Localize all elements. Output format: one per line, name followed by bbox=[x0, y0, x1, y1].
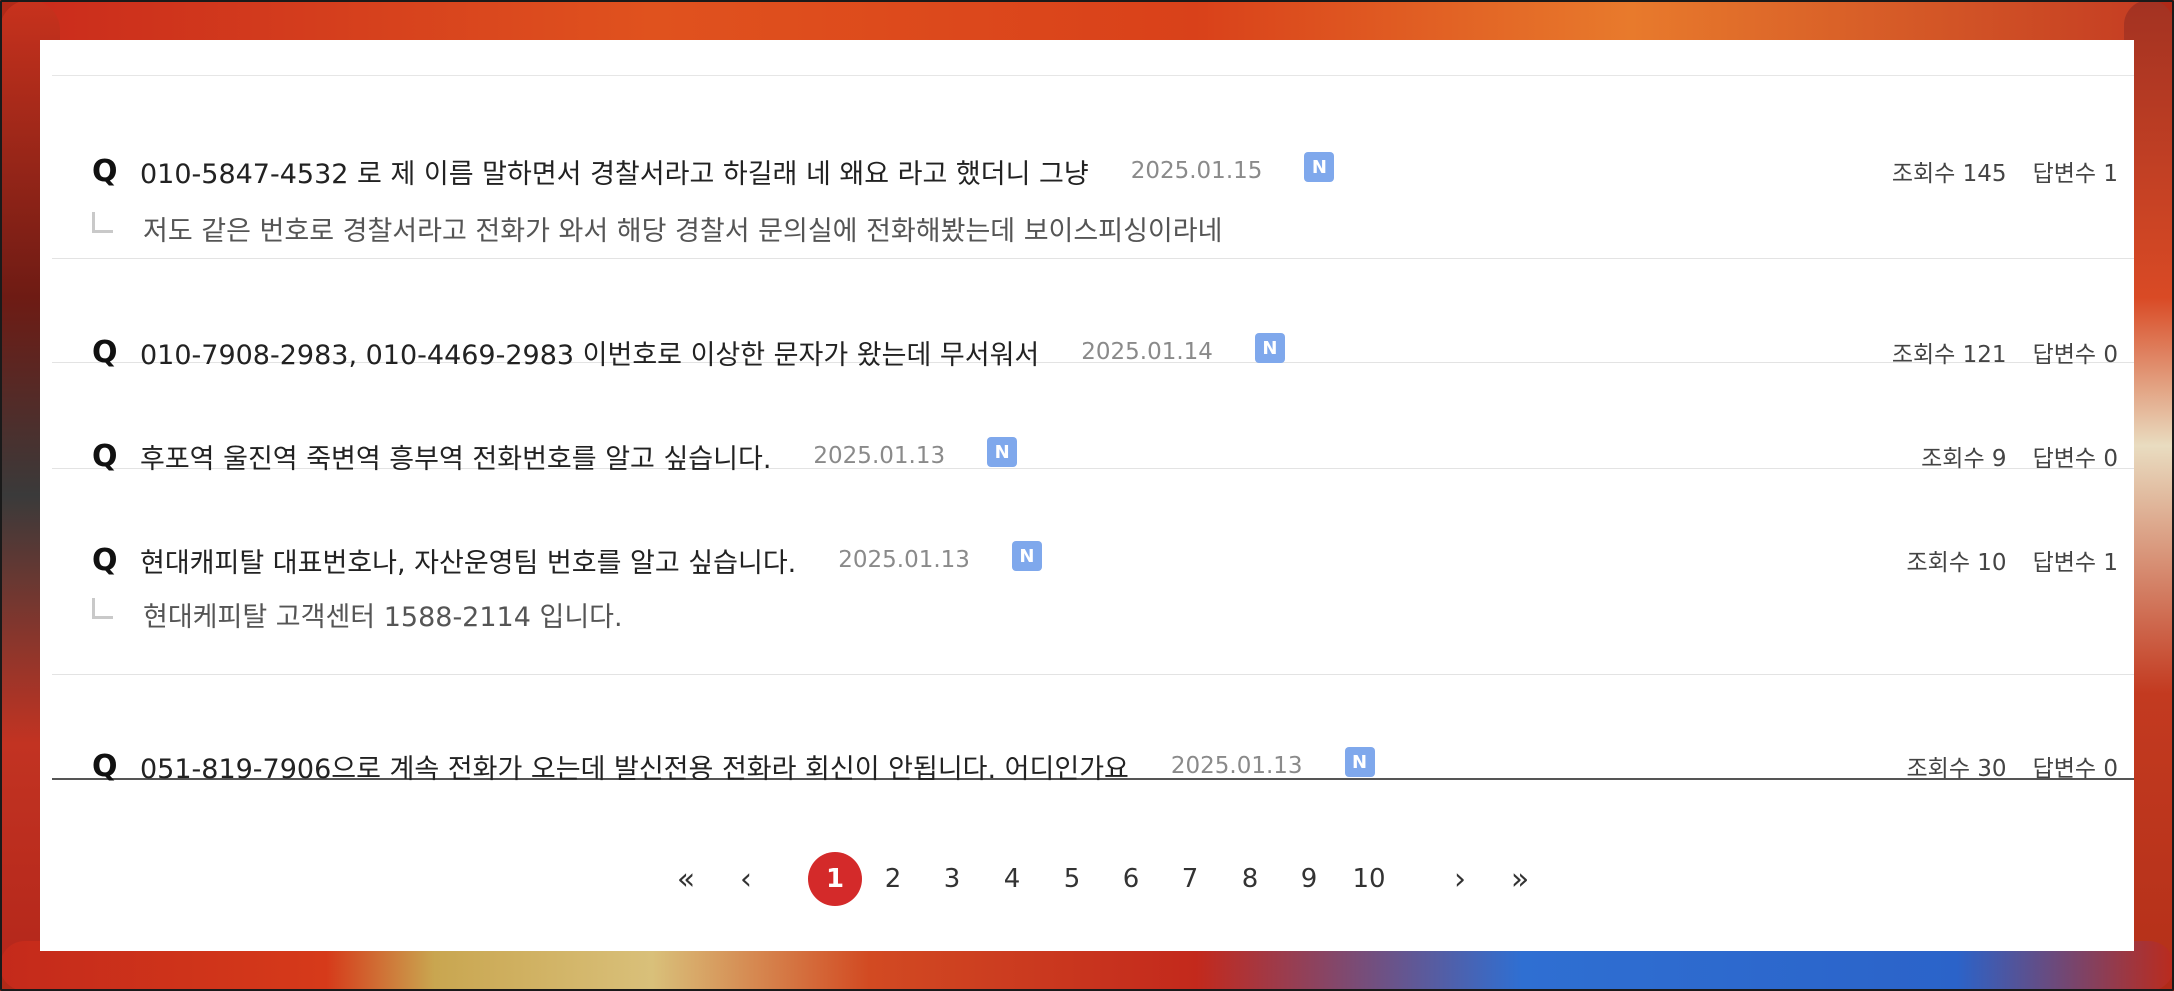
first-page-icon[interactable]: « bbox=[666, 852, 706, 906]
page-3-button[interactable]: 3 bbox=[925, 852, 979, 906]
qa-item[interactable]: Q 후포역 울진역 죽변역 흥부역 전화번호를 알고 싶습니다. 2025.01… bbox=[52, 362, 2134, 475]
question-date: 2025.01.13 bbox=[813, 443, 946, 469]
new-badge: N bbox=[1254, 333, 1285, 363]
answer-text[interactable]: 현대케피탈 고객센터 1588-2114 입니다. bbox=[143, 595, 623, 634]
qa-item[interactable]: Q 010-7908-2983, 010-4469-2983 이번호로 이상한 … bbox=[52, 258, 2134, 371]
qa-item[interactable]: Q 010-5847-4532 로 제 이름 말하면서 경찰서라고 하길래 네 … bbox=[52, 76, 2134, 259]
question-stats: 조회수 30 답변수 0 bbox=[1907, 749, 2119, 783]
question-title[interactable]: 010-5847-4532 로 제 이름 말하면서 경찰서라고 하길래 네 왜요… bbox=[140, 152, 1089, 191]
question-title-group[interactable]: 현대캐피탈 대표번호나, 자산운영팀 번호를 알고 싶습니다. 2025.01.… bbox=[140, 541, 1042, 580]
question-date: 2025.01.13 bbox=[838, 547, 970, 573]
question-date: 2025.01.13 bbox=[1170, 753, 1303, 779]
qa-item[interactable]: Q 현대캐피탈 대표번호나, 자산운영팀 번호를 알고 싶습니다. 2025.0… bbox=[52, 468, 2134, 675]
question-mark-label: Q bbox=[92, 153, 118, 189]
reply-corner-icon bbox=[92, 597, 113, 619]
page-5-button[interactable]: 5 bbox=[1045, 852, 1099, 906]
page-6-button[interactable]: 6 bbox=[1104, 852, 1158, 906]
view-count: 조회수 10 bbox=[1906, 550, 2007, 576]
last-page-icon[interactable]: » bbox=[1500, 852, 1540, 906]
view-count: 조회수 30 bbox=[1906, 756, 2007, 782]
answer-preview[interactable]: 저도 같은 번호로 경찰서라고 전화가 와서 해당 경찰서 문의실에 전화해봤는… bbox=[92, 203, 1222, 253]
question-title-group[interactable]: 010-5847-4532 로 제 이름 말하면서 경찰서라고 하길래 네 왜요… bbox=[140, 152, 1335, 191]
question-stats: 조회수 10 답변수 1 bbox=[1907, 543, 2119, 577]
question-title[interactable]: 현대캐피탈 대표번호나, 자산운영팀 번호를 알고 싶습니다. bbox=[140, 541, 796, 580]
page-1-button[interactable]: 1 bbox=[808, 852, 862, 906]
answer-count: 답변수 1 bbox=[2032, 550, 2118, 576]
new-badge: N bbox=[987, 437, 1018, 467]
page-7-button[interactable]: 7 bbox=[1163, 852, 1217, 906]
page-4-button[interactable]: 4 bbox=[985, 852, 1039, 906]
question-stats: 조회수 145 답변수 1 bbox=[1892, 154, 2118, 188]
question-title-group[interactable]: 051-819-7906으로 계속 전화가 오는데 발신전용 전화라 회신이 안… bbox=[140, 747, 1375, 786]
answer-preview[interactable]: 현대케피탈 고객센터 1588-2114 입니다. bbox=[92, 589, 623, 639]
question-date: 2025.01.15 bbox=[1130, 158, 1263, 184]
page-2-button[interactable]: 2 bbox=[866, 852, 920, 906]
page-8-button[interactable]: 8 bbox=[1223, 852, 1277, 906]
question-mark-label: Q bbox=[92, 542, 118, 578]
answer-count: 답변수 0 bbox=[2032, 756, 2118, 782]
page-9-button[interactable]: 9 bbox=[1282, 852, 1336, 906]
reply-corner-icon bbox=[92, 211, 113, 233]
question-mark-label: Q bbox=[92, 748, 118, 784]
view-count: 조회수 145 bbox=[1891, 161, 2007, 187]
prev-page-icon[interactable]: ‹ bbox=[726, 852, 766, 906]
answer-text[interactable]: 저도 같은 번호로 경찰서라고 전화가 와서 해당 경찰서 문의실에 전화해봤는… bbox=[143, 209, 1222, 248]
page-10-button[interactable]: 10 bbox=[1342, 852, 1396, 906]
question-title[interactable]: 051-819-7906으로 계속 전화가 오는데 발신전용 전화라 회신이 안… bbox=[140, 747, 1129, 786]
qa-item[interactable]: Q 051-819-7906으로 계속 전화가 오는데 발신전용 전화라 회신이… bbox=[52, 674, 2134, 785]
qa-list-panel: Q 010-5847-4532 로 제 이름 말하면서 경찰서라고 하길래 네 … bbox=[40, 40, 2134, 951]
new-badge: N bbox=[1344, 747, 1375, 777]
pagination: « ‹ 1 2 3 4 5 6 7 8 9 10 › » bbox=[40, 852, 2134, 908]
answer-count: 답변수 1 bbox=[2032, 161, 2118, 187]
new-badge: N bbox=[1304, 152, 1335, 182]
new-badge: N bbox=[1011, 541, 1042, 571]
next-page-icon[interactable]: › bbox=[1440, 852, 1480, 906]
